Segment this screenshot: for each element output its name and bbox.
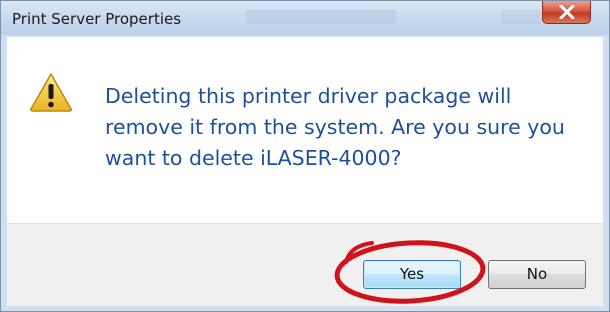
title-bar[interactable]: Print Server Properties (1, 1, 609, 35)
close-button[interactable] (542, 1, 591, 24)
close-x-icon (559, 5, 575, 19)
window-title: Print Server Properties (12, 10, 182, 28)
background-window-title-ghost (501, 10, 541, 24)
warning-triangle-icon (30, 73, 72, 112)
background-window-title-ghost (246, 10, 396, 24)
print-server-properties-dialog: Print Server Properties Deleting this pr… (0, 0, 610, 312)
dialog-message: Deleting this printer driver package wil… (105, 84, 565, 170)
yes-button[interactable]: Yes (363, 260, 461, 289)
no-button[interactable]: No (488, 260, 586, 289)
